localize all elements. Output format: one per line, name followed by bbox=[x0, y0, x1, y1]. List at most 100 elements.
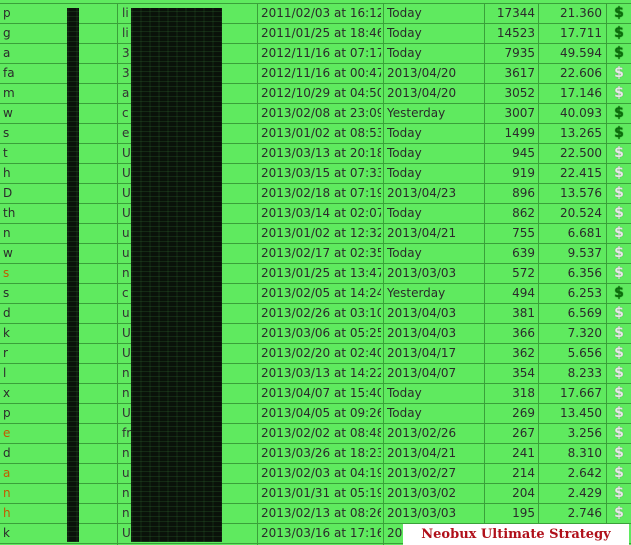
referral-since-cell: 2013/03/16 at 17:16 bbox=[261, 526, 381, 540]
username-cell[interactable]: k bbox=[3, 524, 113, 543]
average-cell: 49.594 bbox=[560, 46, 602, 60]
last-click-cell: Today bbox=[387, 26, 422, 40]
average-cell: 7.320 bbox=[567, 326, 602, 340]
table-row[interactable]: g li 2011/01/25 at 18:46 Today 14523 17.711 $ bbox=[0, 24, 631, 44]
username-cell[interactable]: m bbox=[3, 84, 113, 103]
table-row[interactable]: d u 2013/02/26 at 03:10 2013/04/03 381 6.569 $ bbox=[0, 304, 631, 324]
username-cell[interactable]: e bbox=[3, 424, 113, 443]
referral-since-cell: 2012/11/16 at 07:17 bbox=[261, 46, 381, 60]
table-row[interactable]: D U 2013/02/18 at 07:19 2013/04/23 896 13.576… bbox=[0, 184, 631, 204]
dollar-gray-icon: $ bbox=[614, 145, 624, 161]
table-row[interactable]: e fr 2013/02/02 at 08:48 2013/02/26 267 3.256… bbox=[0, 424, 631, 444]
username-cell[interactable]: d bbox=[3, 444, 113, 463]
watermark-label: Neobux Ultimate Strategy bbox=[403, 524, 629, 545]
column-divider bbox=[606, 3, 607, 545]
average-cell: 2.642 bbox=[567, 466, 602, 480]
username-cell[interactable]: s bbox=[3, 264, 113, 283]
username-cell[interactable]: s bbox=[3, 124, 113, 143]
referral-since-cell: 2013/03/13 at 14:22 bbox=[261, 366, 381, 380]
dollar-gray-icon: $ bbox=[614, 85, 624, 101]
referral-since-cell: 2013/03/14 at 02:07 bbox=[261, 206, 381, 220]
username-cell[interactable]: a bbox=[3, 464, 113, 483]
dollar-gray-icon: $ bbox=[614, 345, 624, 361]
redaction-bar-referrer bbox=[131, 8, 222, 542]
redaction-bar-username bbox=[67, 8, 79, 542]
username-cell[interactable]: x bbox=[3, 384, 113, 403]
dollar-gray-icon: $ bbox=[614, 245, 624, 261]
table-row[interactable]: h U 2013/03/15 at 07:33 Today 919 22.415 $ bbox=[0, 164, 631, 184]
last-click-cell: 2013/02/27 bbox=[387, 466, 457, 480]
clicks-cell: 3052 bbox=[504, 86, 535, 100]
table-row[interactable]: p U 2013/04/05 at 09:26 Today 269 13.450 $ bbox=[0, 404, 631, 424]
table-row[interactable]: w c 2013/02/08 at 23:09 Yesterday 3007 40.093… bbox=[0, 104, 631, 124]
table-row[interactable]: s c 2013/02/05 at 14:24 Yesterday 494 6.253 $ bbox=[0, 284, 631, 304]
last-click-cell: 2013/04/17 bbox=[387, 346, 457, 360]
table-row[interactable]: fa 3 2012/11/16 at 00:47 2013/04/20 3617 22.6… bbox=[0, 64, 631, 84]
username-cell[interactable]: a bbox=[3, 44, 113, 63]
table-row[interactable]: m a 2012/10/29 at 04:50 2013/04/20 3052 17.14… bbox=[0, 84, 631, 104]
username-cell[interactable]: g bbox=[3, 24, 113, 43]
username-cell[interactable]: n bbox=[3, 224, 113, 243]
username-cell[interactable]: d bbox=[3, 304, 113, 323]
username-cell[interactable]: p bbox=[3, 4, 113, 23]
username-cell[interactable]: s bbox=[3, 284, 113, 303]
dollar-green-icon: $ bbox=[614, 105, 624, 121]
username-cell[interactable]: p bbox=[3, 404, 113, 423]
clicks-cell: 17344 bbox=[496, 6, 535, 20]
clicks-cell: 494 bbox=[512, 286, 535, 300]
average-cell: 17.711 bbox=[560, 26, 602, 40]
clicks-cell: 381 bbox=[512, 306, 535, 320]
referral-since-cell: 2013/02/08 at 23:09 bbox=[261, 106, 381, 120]
table-row[interactable]: t U 2013/03/13 at 20:18 Today 945 22.500 $ bbox=[0, 144, 631, 164]
username-cell[interactable]: n bbox=[3, 484, 113, 503]
average-cell: 6.253 bbox=[567, 286, 602, 300]
average-cell: 13.450 bbox=[560, 406, 602, 420]
table-row[interactable]: l n 2013/03/13 at 14:22 2013/04/07 354 8.233 $ bbox=[0, 364, 631, 384]
clicks-cell: 7935 bbox=[504, 46, 535, 60]
username-cell[interactable]: w bbox=[3, 104, 113, 123]
clicks-cell: 862 bbox=[512, 206, 535, 220]
table-row[interactable]: d n 2013/03/26 at 18:23 2013/04/21 241 8.310 $ bbox=[0, 444, 631, 464]
table-row[interactable]: a 3 2012/11/16 at 07:17 Today 7935 49.594 $ bbox=[0, 44, 631, 64]
table-row[interactable]: n u 2013/01/02 at 12:32 2013/04/21 755 6.681 $ bbox=[0, 224, 631, 244]
username-cell[interactable]: w bbox=[3, 244, 113, 263]
username-cell[interactable]: h bbox=[3, 164, 113, 183]
username-cell[interactable]: r bbox=[3, 344, 113, 363]
table-row[interactable]: n n 2013/01/31 at 05:19 2013/03/02 204 2.429 $ bbox=[0, 484, 631, 504]
referral-since-cell: 2013/04/05 at 09:26 bbox=[261, 406, 381, 420]
last-click-cell: Today bbox=[387, 246, 422, 260]
username-cell[interactable]: h bbox=[3, 504, 113, 523]
table-row[interactable]: k U 2013/03/06 at 05:25 2013/04/03 366 7.320 $ bbox=[0, 324, 631, 344]
username-cell[interactable]: D bbox=[3, 184, 113, 203]
table-row[interactable]: x n 2013/04/07 at 15:40 Today 318 17.667 $ bbox=[0, 384, 631, 404]
average-cell: 40.093 bbox=[560, 106, 602, 120]
clicks-cell: 945 bbox=[512, 146, 535, 160]
average-cell: 2.746 bbox=[567, 506, 602, 520]
username-cell[interactable]: k bbox=[3, 324, 113, 343]
column-divider bbox=[538, 3, 539, 545]
clicks-cell: 354 bbox=[512, 366, 535, 380]
clicks-cell: 204 bbox=[512, 486, 535, 500]
table-row[interactable]: th U 2013/03/14 at 02:07 Today 862 20.524 $ bbox=[0, 204, 631, 224]
dollar-gray-icon: $ bbox=[614, 165, 624, 181]
table-row[interactable]: a u 2013/02/03 at 04:19 2013/02/27 214 2.642 $ bbox=[0, 464, 631, 484]
last-click-cell: 2013/04/21 bbox=[387, 446, 457, 460]
table-row[interactable]: s n 2013/01/25 at 13:47 2013/03/03 572 6.356 $ bbox=[0, 264, 631, 284]
dollar-gray-icon: $ bbox=[614, 405, 624, 421]
username-cell[interactable]: l bbox=[3, 364, 113, 383]
dollar-gray-icon: $ bbox=[614, 65, 624, 81]
last-click-cell: 2013/04/03 bbox=[387, 306, 457, 320]
table-row[interactable]: r U 2013/02/20 at 02:40 2013/04/17 362 5.656 $ bbox=[0, 344, 631, 364]
column-divider bbox=[383, 3, 384, 545]
average-cell: 6.681 bbox=[567, 226, 602, 240]
table-row[interactable]: w u 2013/02/17 at 02:35 Today 639 9.537 $ bbox=[0, 244, 631, 264]
username-cell[interactable]: t bbox=[3, 144, 113, 163]
referral-since-cell: 2013/03/26 at 18:23 bbox=[261, 446, 381, 460]
table-row[interactable]: s e 2013/01/02 at 08:53 Today 1499 13.265 $ bbox=[0, 124, 631, 144]
table-row[interactable]: h n 2013/02/13 at 08:26 2013/03/03 195 2.746 $ bbox=[0, 504, 631, 524]
last-click-cell: 2013/04/03 bbox=[387, 326, 457, 340]
username-cell[interactable]: th bbox=[3, 204, 113, 223]
clicks-cell: 639 bbox=[512, 246, 535, 260]
username-cell[interactable]: fa bbox=[3, 64, 113, 83]
table-row[interactable]: p li 2011/02/03 at 16:12 Today 17344 21.360 $ bbox=[0, 3, 631, 24]
